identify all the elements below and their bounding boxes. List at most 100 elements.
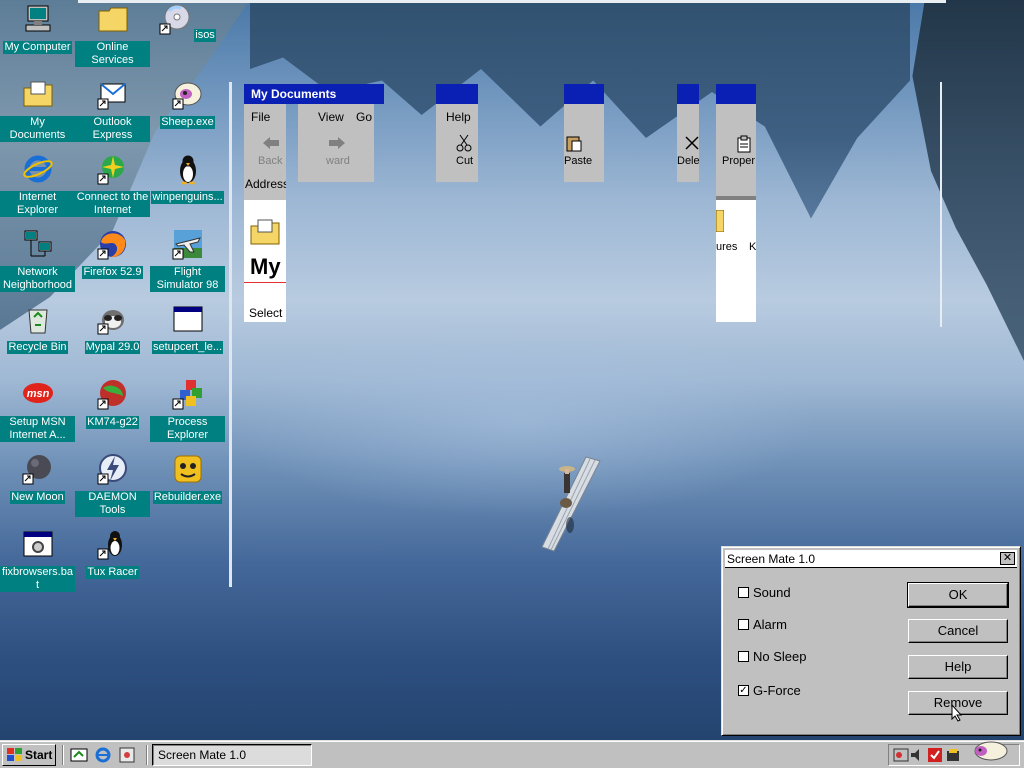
explorer-toolbar-fragment: Paste (564, 104, 604, 182)
daemon-tools-icon (97, 454, 127, 485)
desktop-icon-firefox[interactable]: Firefox 52.9 (75, 228, 150, 279)
alarm-checkbox-row[interactable]: Alarm (738, 616, 787, 632)
forward-arrow-icon[interactable] (328, 136, 346, 150)
desktop-icon-recycle-bin[interactable]: Recycle Bin (0, 303, 75, 354)
no-sleep-label: No Sleep (753, 649, 807, 665)
desktop-icon-label: fixbrowsers.bat (0, 566, 75, 592)
desktop-icon-label: My Computer (3, 41, 72, 54)
desktop-icon-online-services[interactable]: Online Services (75, 3, 150, 67)
taskbar: Start Screen Mate 1.0 (0, 740, 1024, 768)
internet-explorer-icon (22, 155, 53, 183)
internet-explorer-icon[interactable] (94, 746, 112, 764)
g-force-checkbox-row[interactable]: ✓ G-Force (738, 682, 801, 698)
desktop-icon-my-computer[interactable]: My Computer (0, 3, 75, 54)
explorer-titlebar-fragment (677, 84, 699, 104)
explorer-titlebar-fragment (564, 84, 604, 104)
menu-file[interactable]: File (251, 110, 270, 124)
taskbar-button-screen-mate[interactable]: Screen Mate 1.0 (152, 744, 312, 766)
dialog-titlebar[interactable]: Screen Mate 1.0 ✕ (725, 550, 1017, 568)
sound-checkbox[interactable] (738, 587, 749, 599)
close-icon[interactable]: ✕ (1000, 552, 1015, 565)
desktop-icon-sheep[interactable]: Sheep.exe (150, 78, 225, 129)
alarm-label: Alarm (753, 617, 787, 633)
desktop-icon-tux-racer[interactable]: Tux Racer (75, 528, 150, 579)
desktop-icon-label: Outlook Express (75, 116, 150, 142)
connect-internet-icon (97, 156, 124, 185)
desktop-icon-process-explorer[interactable]: Process Explorer (150, 378, 225, 442)
firefox-icon (97, 231, 126, 260)
my-documents-folder-icon (250, 219, 280, 245)
g-force-checkbox[interactable]: ✓ (738, 685, 749, 697)
forward-button-label[interactable]: ward (326, 155, 350, 167)
sound-checkbox-row[interactable]: Sound (738, 584, 791, 600)
desktop-icon-label: Internet Explorer (0, 191, 75, 217)
cancel-button[interactable]: Cancel (908, 619, 1008, 643)
desktop-icon-new-moon[interactable]: New Moon (0, 453, 75, 504)
rebuilder-icon (174, 455, 201, 483)
delete-button-label[interactable]: Dele (677, 155, 699, 167)
cut-button-label[interactable]: Cut (456, 155, 473, 167)
desktop-icon-internet-explorer[interactable]: Internet Explorer (0, 153, 75, 217)
volume-icon[interactable] (893, 747, 909, 763)
g-force-label: G-Force (753, 683, 801, 699)
desktop-icon-rebuilder[interactable]: Rebuilder.exe (150, 453, 225, 504)
explorer-titlebar-fragment (716, 84, 756, 104)
desktop-icon-network-neighborhood[interactable]: Network Neighborhood (0, 228, 75, 292)
explorer-title: My Documents (244, 84, 384, 104)
desktop-icon-fixbrowsers[interactable]: fixbrowsers.bat (0, 528, 75, 592)
folder-item-label-partial[interactable]: K (749, 241, 756, 253)
show-desktop-icon[interactable] (70, 746, 88, 764)
explorer-toolbar-fragment: Dele (677, 104, 699, 182)
scheduler-icon[interactable] (945, 747, 961, 763)
sheep-tray-icon[interactable] (969, 739, 1009, 761)
desktop-icon-label: Rebuilder.exe (152, 491, 223, 504)
desktop-icon-label: Network Neighborhood (0, 266, 75, 292)
explorer-left-pane-fragment: File Back Address My Select (244, 104, 286, 322)
delete-x-icon[interactable] (685, 136, 699, 150)
menu-view[interactable]: View (318, 110, 344, 124)
folder-item-label-partial[interactable]: ures (716, 241, 737, 253)
back-arrow-icon[interactable] (262, 136, 280, 150)
no-sleep-checkbox[interactable] (738, 651, 749, 663)
paste-icon[interactable] (566, 134, 582, 152)
scissors-icon[interactable] (456, 134, 472, 152)
antivirus-icon[interactable] (927, 747, 943, 763)
desktop-icon-my-documents[interactable]: My Documents (0, 78, 75, 142)
desktop-icon-setup-msn[interactable]: msn Setup MSN Internet A... (0, 378, 75, 442)
desktop-icon-setupcert[interactable]: setupcert_le... (150, 303, 225, 354)
menu-go[interactable]: Go (356, 110, 372, 124)
mypal-icon (97, 310, 124, 335)
channels-icon[interactable] (118, 746, 136, 764)
desktop-icon-winpenguins[interactable]: winpenguins... (150, 153, 225, 204)
sheep-icon (172, 82, 201, 110)
back-button-label[interactable]: Back (258, 155, 282, 167)
desktop-icon-outlook-express[interactable]: Outlook Express (75, 78, 150, 142)
sound-label: Sound (753, 585, 791, 601)
desktop-icon-daemon-tools[interactable]: DAEMON Tools (75, 453, 150, 517)
desktop-icon-km74[interactable]: KM74-g22 (75, 378, 150, 429)
process-explorer-icon (172, 380, 202, 410)
speaker-icon[interactable] (909, 747, 925, 763)
no-sleep-checkbox-row[interactable]: No Sleep (738, 648, 806, 664)
desktop-icon-label: Process Explorer (150, 416, 225, 442)
menu-help[interactable]: Help (446, 110, 471, 124)
desktop-icon-label: Firefox 52.9 (82, 266, 143, 279)
help-button[interactable]: Help (908, 655, 1008, 679)
paste-button-label[interactable]: Paste (564, 155, 592, 167)
desktop-icon-label: KM74-g22 (86, 416, 139, 429)
start-button[interactable]: Start (2, 744, 56, 766)
properties-icon[interactable] (736, 135, 752, 153)
explorer-toolbar-fragment: Help Cut (436, 104, 478, 182)
desktop-icon-mypal[interactable]: Mypal 29.0 (75, 303, 150, 354)
desktop-icon-label: New Moon (10, 491, 65, 504)
alarm-checkbox[interactable] (738, 619, 749, 631)
km74-icon (97, 380, 126, 410)
desktop-icon-connect-internet[interactable]: Connect to the Internet (75, 153, 150, 217)
desktop-icon-flight-simulator[interactable]: Flight Simulator 98 (150, 228, 225, 292)
explorer-toolbar-fragment: l View Go ward (298, 104, 374, 182)
penguin-icon (179, 155, 196, 185)
start-label: Start (25, 748, 53, 762)
ok-button[interactable]: OK (907, 582, 1009, 608)
properties-button-label[interactable]: Proper (722, 155, 755, 167)
desktop-icon-isos[interactable]: isos (150, 3, 225, 42)
